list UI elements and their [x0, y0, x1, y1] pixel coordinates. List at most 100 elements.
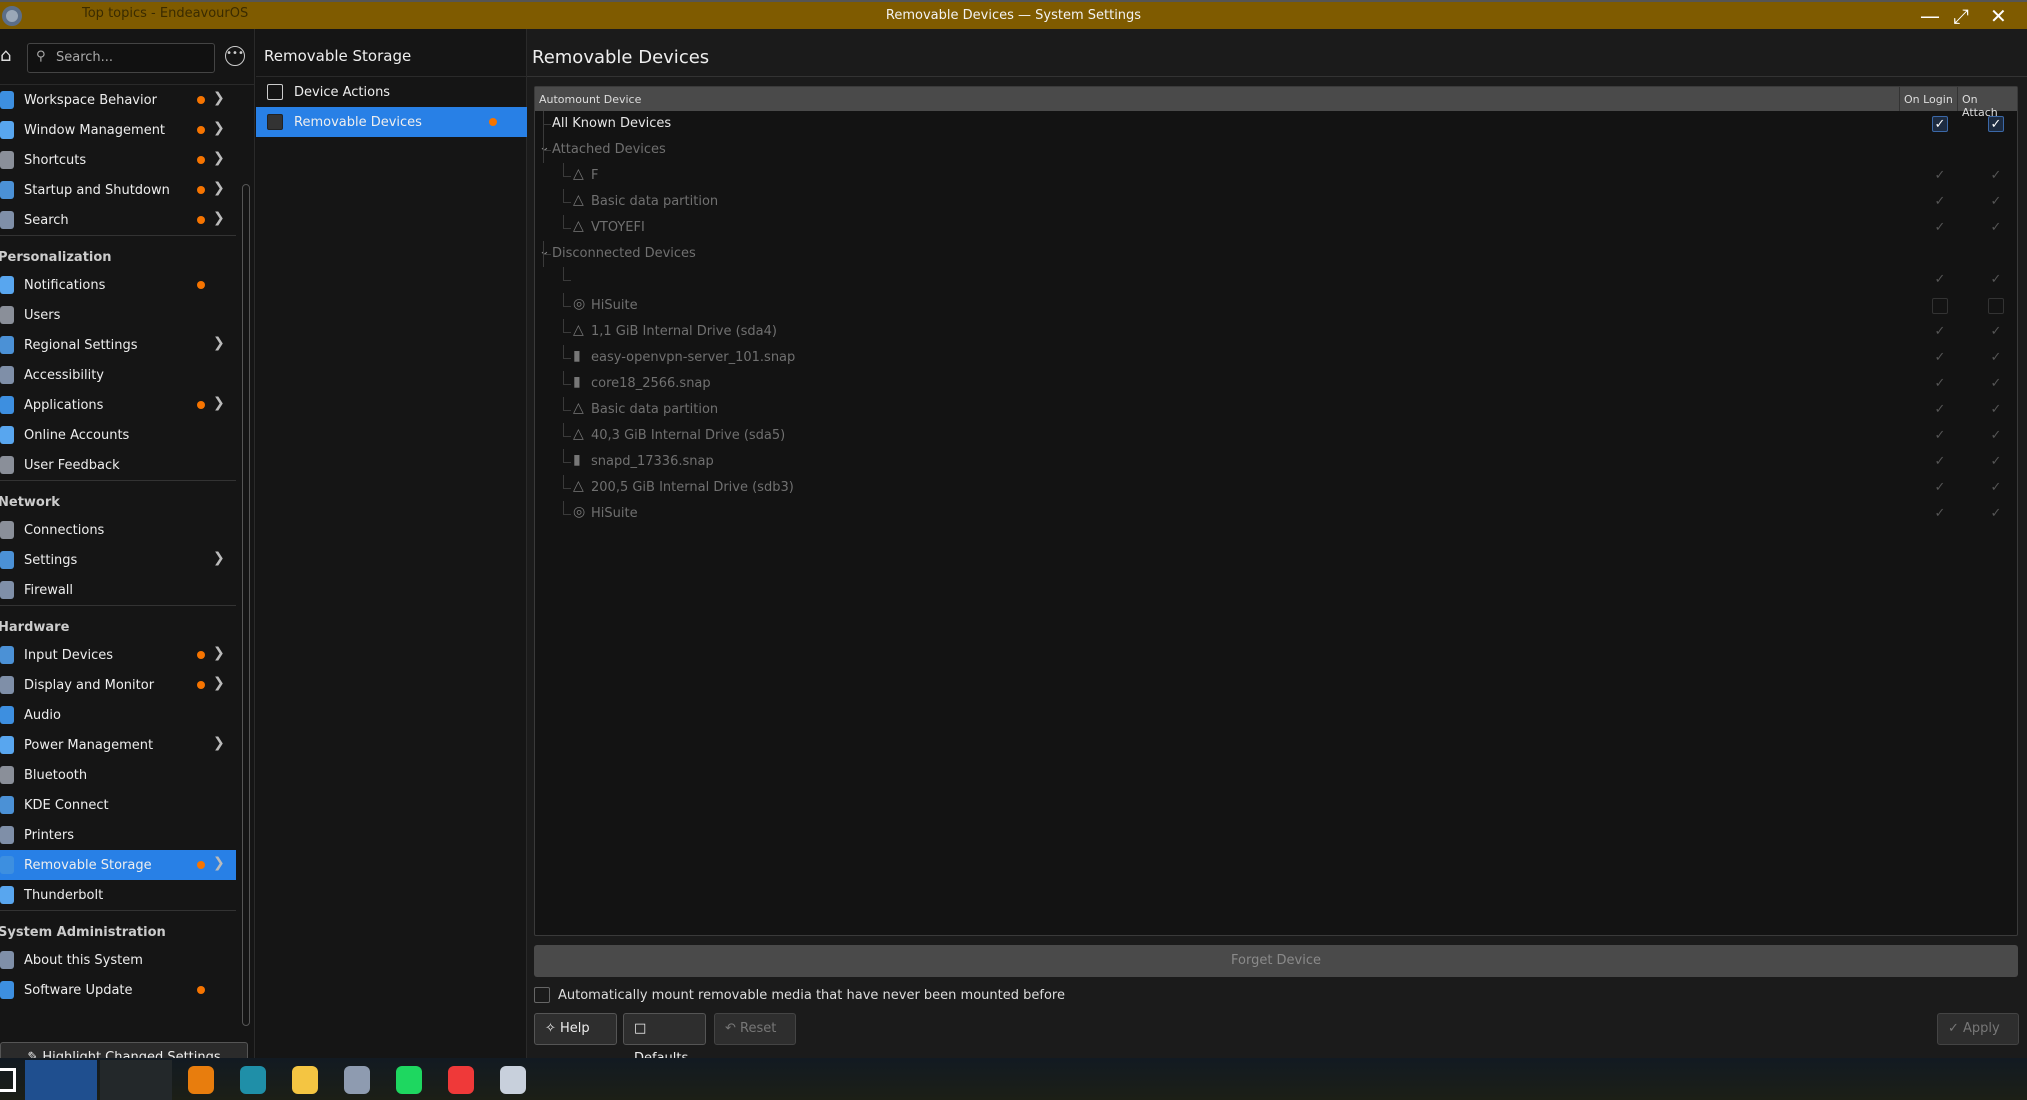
on-attach-checkbox[interactable]: ✓ [1988, 454, 2004, 470]
automount-option[interactable]: Automatically mount removable media that… [534, 987, 1065, 1003]
sidebar-item-accessibility[interactable]: Accessibility [0, 360, 236, 390]
sidebar-item-removable-storage[interactable]: Removable Storage ❯ [0, 850, 236, 880]
on-login-checkbox[interactable]: ✓ [1932, 168, 1948, 184]
close-button[interactable]: ✕ [1990, 5, 2007, 27]
sidebar-item-startup-and-shutdown[interactable]: Startup and Shutdown ❯ [0, 175, 236, 205]
on-attach-checkbox[interactable] [1988, 298, 2004, 314]
more-options-icon[interactable]: ••• [225, 46, 245, 66]
virtual-desktop-2[interactable] [100, 1060, 172, 1100]
on-login-checkbox[interactable]: ✓ [1932, 220, 1948, 236]
sidebar-item-printers[interactable]: Printers [0, 820, 236, 850]
chevron-down-icon[interactable]: ⌄ [539, 244, 550, 259]
on-login-checkbox[interactable]: ✓ [1932, 116, 1948, 132]
on-login-checkbox[interactable]: ✓ [1932, 402, 1948, 418]
sidebar-item-kde-connect[interactable]: KDE Connect [0, 790, 236, 820]
on-attach-checkbox[interactable]: ✓ [1988, 402, 2004, 418]
tree-category-row[interactable]: ⌄ Attached Devices [535, 137, 2017, 163]
on-attach-checkbox[interactable]: ✓ [1988, 168, 2004, 184]
sidebar-item-window-management[interactable]: Window Management ❯ [0, 115, 236, 145]
on-attach-checkbox[interactable]: ✓ [1988, 220, 2004, 236]
chevron-down-icon[interactable]: ⌄ [539, 140, 550, 155]
sidebar-item-firewall[interactable]: Firewall [0, 575, 236, 605]
column-header-on-login[interactable]: On Login [1900, 87, 1958, 111]
sidebar-item-users[interactable]: Users [0, 300, 236, 330]
on-login-checkbox[interactable]: ✓ [1932, 272, 1948, 288]
sidebar-item-display-and-monitor[interactable]: Display and Monitor ❯ [0, 670, 236, 700]
column-header-on-attach[interactable]: On Attach [1958, 87, 2017, 119]
on-attach-checkbox[interactable]: ✓ [1988, 506, 2004, 522]
on-login-checkbox[interactable]: ✓ [1932, 350, 1948, 366]
on-attach-checkbox[interactable]: ✓ [1988, 376, 2004, 392]
sidebar-item-workspace-behavior[interactable]: Workspace Behavior ❯ [0, 85, 236, 115]
on-login-checkbox[interactable]: ✓ [1932, 194, 1948, 210]
maximize-button[interactable]: ⤢ [1953, 5, 1969, 27]
table-row[interactable]: △ Basic data partition ✓ ✓ [535, 189, 2017, 215]
calculator-icon[interactable] [344, 1066, 370, 1094]
reset-button[interactable]: ↶ Reset [714, 1013, 796, 1045]
subcategory-device-actions[interactable]: Device Actions [256, 77, 527, 107]
sidebar-item-about-this-system[interactable]: About this System [0, 945, 236, 975]
on-attach-checkbox[interactable]: ✓ [1988, 428, 2004, 444]
table-row[interactable]: ◎ HiSuite [535, 293, 2017, 319]
table-row[interactable]: △ Basic data partition ✓ ✓ [535, 397, 2017, 423]
on-attach-checkbox[interactable]: ✓ [1988, 116, 2004, 132]
on-attach-checkbox[interactable]: ✓ [1988, 272, 2004, 288]
tree-category-row[interactable]: ⌄ Disconnected Devices [535, 241, 2017, 267]
search-input[interactable]: ⚲ Search... [27, 43, 215, 73]
table-row[interactable]: △ 1,1 GiB Internal Drive (sda4) ✓ ✓ [535, 319, 2017, 345]
virtual-desktop-1[interactable] [25, 1060, 97, 1100]
sidebar-item-applications[interactable]: Applications ❯ [0, 390, 236, 420]
automount-checkbox[interactable] [534, 987, 550, 1003]
table-row[interactable]: ✓ ✓ [535, 267, 2017, 293]
sidebar-item-regional-settings[interactable]: Regional Settings ❯ [0, 330, 236, 360]
home-icon[interactable]: ⌂ [0, 45, 11, 66]
table-row[interactable]: △ 200,5 GiB Internal Drive (sdb3) ✓ ✓ [535, 475, 2017, 501]
system-settings-icon[interactable] [500, 1066, 526, 1094]
subcategory-removable-devices[interactable]: Removable Devices [256, 107, 527, 137]
table-row[interactable]: ▮ core18_2566.snap ✓ ✓ [535, 371, 2017, 397]
sidebar-item-thunderbolt[interactable]: Thunderbolt [0, 880, 236, 910]
sidebar-item-audio[interactable]: Audio [0, 700, 236, 730]
on-login-checkbox[interactable]: ✓ [1932, 506, 1948, 522]
table-row[interactable]: △ VTOYEFI ✓ ✓ [535, 215, 2017, 241]
on-login-checkbox[interactable]: ✓ [1932, 324, 1948, 340]
sidebar-item-user-feedback[interactable]: User Feedback [0, 450, 236, 480]
on-login-checkbox[interactable]: ✓ [1932, 480, 1948, 496]
sidebar-item-bluetooth[interactable]: Bluetooth [0, 760, 236, 790]
on-login-checkbox[interactable]: ✓ [1932, 376, 1948, 392]
table-row[interactable]: △ F ✓ ✓ [535, 163, 2017, 189]
forget-device-button[interactable]: Forget Device [534, 945, 2018, 977]
apply-button[interactable]: ✓ Apply [1937, 1013, 2019, 1045]
on-login-checkbox[interactable] [1932, 298, 1948, 314]
sidebar-item-power-management[interactable]: Power Management ❯ [0, 730, 236, 760]
on-login-checkbox[interactable]: ✓ [1932, 428, 1948, 444]
on-attach-checkbox[interactable]: ✓ [1988, 480, 2004, 496]
on-attach-checkbox[interactable]: ✓ [1988, 194, 2004, 210]
column-header-device[interactable]: Automount Device [535, 87, 1900, 111]
minimize-button[interactable]: — [1920, 5, 1940, 27]
on-attach-checkbox[interactable]: ✓ [1988, 324, 2004, 340]
table-row[interactable]: ◎ HiSuite ✓ ✓ [535, 501, 2017, 527]
sidebar-item-notifications[interactable]: Notifications [0, 270, 236, 300]
sidebar-scrollbar[interactable] [242, 184, 250, 1026]
sidebar-item-software-update[interactable]: Software Update [0, 975, 236, 1005]
sidebar-item-search[interactable]: Search ❯ [0, 205, 236, 235]
help-button[interactable]: ✧ Help [534, 1013, 617, 1045]
on-attach-checkbox[interactable]: ✓ [1988, 350, 2004, 366]
app-launcher-icon[interactable] [0, 1068, 16, 1092]
sidebar-item-online-accounts[interactable]: Online Accounts [0, 420, 236, 450]
defaults-button[interactable]: □ Defaults [623, 1013, 706, 1066]
sidebar-item-settings[interactable]: Settings ❯ [0, 545, 236, 575]
sidebar-item-connections[interactable]: Connections [0, 515, 236, 545]
simplenote-icon[interactable] [240, 1066, 266, 1094]
files-icon[interactable] [292, 1066, 318, 1094]
sidebar-item-shortcuts[interactable]: Shortcuts ❯ [0, 145, 236, 175]
blender-icon[interactable] [188, 1066, 214, 1094]
on-login-checkbox[interactable]: ✓ [1932, 454, 1948, 470]
table-row[interactable]: ▮ easy-openvpn-server_101.snap ✓ ✓ [535, 345, 2017, 371]
vivaldi-icon[interactable] [448, 1066, 474, 1094]
sidebar-item-input-devices[interactable]: Input Devices ❯ [0, 640, 236, 670]
table-row[interactable]: ▮ snapd_17336.snap ✓ ✓ [535, 449, 2017, 475]
table-row[interactable]: △ 40,3 GiB Internal Drive (sda5) ✓ ✓ [535, 423, 2017, 449]
table-row[interactable]: All Known Devices ✓ ✓ [535, 111, 2017, 137]
